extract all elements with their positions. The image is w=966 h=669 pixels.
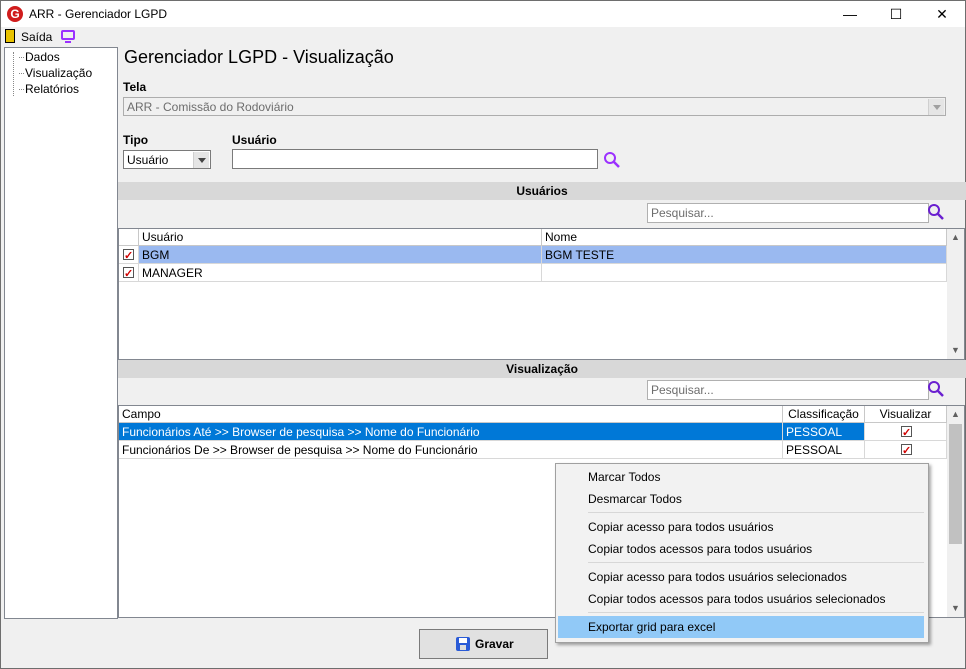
classificacao-cell[interactable]: PESSOAL bbox=[783, 441, 865, 459]
campo-cell[interactable]: Funcionários De >> Browser de pesquisa >… bbox=[119, 441, 783, 459]
users-search-placeholder: Pesquisar... bbox=[651, 206, 714, 220]
scroll-up-icon[interactable]: ▲ bbox=[947, 229, 964, 246]
ctx-desmarcar-todos[interactable]: Desmarcar Todos bbox=[558, 488, 924, 510]
view-col-campo[interactable]: Campo bbox=[119, 406, 783, 422]
table-row[interactable]: BGM BGM TESTE bbox=[119, 246, 947, 264]
view-grid-header: Campo Classificação Visualizar bbox=[119, 406, 947, 423]
tela-label: Tela bbox=[123, 80, 147, 94]
campo-cell[interactable]: Funcionários Até >> Browser de pesquisa … bbox=[119, 423, 783, 441]
row-checkbox[interactable] bbox=[123, 247, 134, 263]
ctx-copiar-todos-acessos-selecionados[interactable]: Copiar todos acessos para todos usuários… bbox=[558, 588, 924, 610]
app-logo-icon: G bbox=[7, 6, 23, 22]
scroll-down-icon[interactable]: ▼ bbox=[947, 600, 964, 617]
users-section-header: Usuários bbox=[118, 182, 966, 200]
context-menu: Marcar Todos Desmarcar Todos Copiar aces… bbox=[555, 463, 929, 643]
floppy-disk-icon bbox=[456, 637, 470, 651]
user-cell[interactable]: BGM bbox=[139, 246, 542, 264]
users-grid: Usuário Nome BGM BGM TESTE MANAGER ▲ ▼ bbox=[118, 228, 965, 360]
usuario-label: Usuário bbox=[232, 133, 277, 147]
ctx-separator bbox=[588, 562, 924, 563]
users-scrollbar[interactable]: ▲ ▼ bbox=[947, 229, 964, 359]
exit-menu-item[interactable]: Saída bbox=[21, 30, 52, 44]
ctx-copiar-acesso-todos[interactable]: Copiar acesso para todos usuários bbox=[558, 516, 924, 538]
ctx-copiar-acesso-selecionados[interactable]: Copiar acesso para todos usuários seleci… bbox=[558, 566, 924, 588]
monitor-icon[interactable] bbox=[61, 30, 75, 40]
row-check-cell[interactable] bbox=[119, 246, 139, 264]
app-window: G ARR - Gerenciador LGPD — ☐ ✕ Saída Dad… bbox=[0, 0, 966, 669]
table-row[interactable]: MANAGER bbox=[119, 264, 947, 282]
ctx-separator bbox=[588, 512, 924, 513]
visualizar-checkbox[interactable] bbox=[901, 424, 912, 440]
view-scrollbar[interactable]: ▲ ▼ bbox=[947, 406, 964, 617]
view-col-classificacao[interactable]: Classificação bbox=[783, 406, 865, 422]
usuario-search-icon[interactable] bbox=[603, 151, 621, 169]
users-col-usuario[interactable]: Usuário bbox=[139, 229, 542, 245]
minimize-button[interactable]: — bbox=[827, 1, 873, 27]
table-row[interactable]: Funcionários Até >> Browser de pesquisa … bbox=[119, 423, 947, 441]
tipo-dropdown-arrow-icon[interactable] bbox=[193, 152, 209, 168]
exit-door-icon[interactable] bbox=[5, 29, 15, 43]
scroll-up-icon[interactable]: ▲ bbox=[947, 406, 964, 423]
navigation-tree: Dados Visualização Relatórios bbox=[4, 47, 118, 619]
view-search-placeholder: Pesquisar... bbox=[651, 383, 714, 397]
tipo-label: Tipo bbox=[123, 133, 149, 147]
ctx-separator bbox=[588, 612, 924, 613]
users-search-icon[interactable] bbox=[927, 203, 945, 221]
window-title: ARR - Gerenciador LGPD bbox=[29, 7, 168, 21]
view-search-input[interactable]: Pesquisar... bbox=[647, 380, 929, 400]
tela-dropdown-arrow-icon bbox=[928, 99, 944, 115]
tree-connector bbox=[13, 52, 14, 96]
users-col-check bbox=[119, 229, 139, 245]
save-button-label: Gravar bbox=[475, 637, 514, 651]
ctx-marcar-todos[interactable]: Marcar Todos bbox=[558, 466, 924, 488]
visualizar-cell[interactable] bbox=[865, 441, 947, 459]
tree-item-dados[interactable]: Dados bbox=[19, 50, 60, 64]
tree-item-relatorios[interactable]: Relatórios bbox=[18, 82, 79, 96]
users-search-input[interactable]: Pesquisar... bbox=[647, 203, 929, 223]
visualizar-checkbox[interactable] bbox=[901, 442, 912, 458]
name-cell[interactable]: BGM TESTE bbox=[542, 246, 947, 264]
ctx-exportar-excel[interactable]: Exportar grid para excel bbox=[558, 616, 924, 638]
close-button[interactable]: ✕ bbox=[919, 1, 965, 27]
title-bar: G ARR - Gerenciador LGPD — ☐ ✕ bbox=[1, 1, 965, 27]
view-search-icon[interactable] bbox=[927, 380, 945, 398]
users-col-nome[interactable]: Nome bbox=[542, 229, 947, 245]
view-section-header: Visualização bbox=[118, 360, 966, 378]
scroll-down-icon[interactable]: ▼ bbox=[947, 342, 964, 359]
monitor-stand-icon bbox=[65, 41, 71, 43]
tela-select: ARR - Comissão do Rodoviário bbox=[123, 97, 946, 116]
menu-bar bbox=[1, 27, 965, 46]
scroll-thumb[interactable] bbox=[949, 424, 962, 544]
tree-item-visualizacao[interactable]: Visualização bbox=[18, 66, 92, 80]
users-grid-header: Usuário Nome bbox=[119, 229, 947, 246]
row-checkbox[interactable] bbox=[123, 265, 134, 281]
visualizar-cell[interactable] bbox=[865, 423, 947, 441]
ctx-copiar-todos-acessos-todos[interactable]: Copiar todos acessos para todos usuários bbox=[558, 538, 924, 560]
name-cell[interactable] bbox=[542, 264, 947, 282]
save-button[interactable]: Gravar bbox=[419, 629, 548, 659]
tipo-value: Usuário bbox=[127, 153, 169, 167]
page-title: Gerenciador LGPD - Visualização bbox=[124, 47, 394, 67]
tipo-select[interactable]: Usuário bbox=[123, 150, 211, 169]
table-row[interactable]: Funcionários De >> Browser de pesquisa >… bbox=[119, 441, 947, 459]
user-cell[interactable]: MANAGER bbox=[139, 264, 542, 282]
view-col-visualizar[interactable]: Visualizar bbox=[865, 406, 947, 422]
classificacao-cell[interactable]: PESSOAL bbox=[783, 423, 865, 441]
tela-value: ARR - Comissão do Rodoviário bbox=[127, 100, 294, 114]
usuario-input[interactable] bbox=[232, 149, 598, 169]
maximize-button[interactable]: ☐ bbox=[873, 1, 919, 27]
row-check-cell[interactable] bbox=[119, 264, 139, 282]
